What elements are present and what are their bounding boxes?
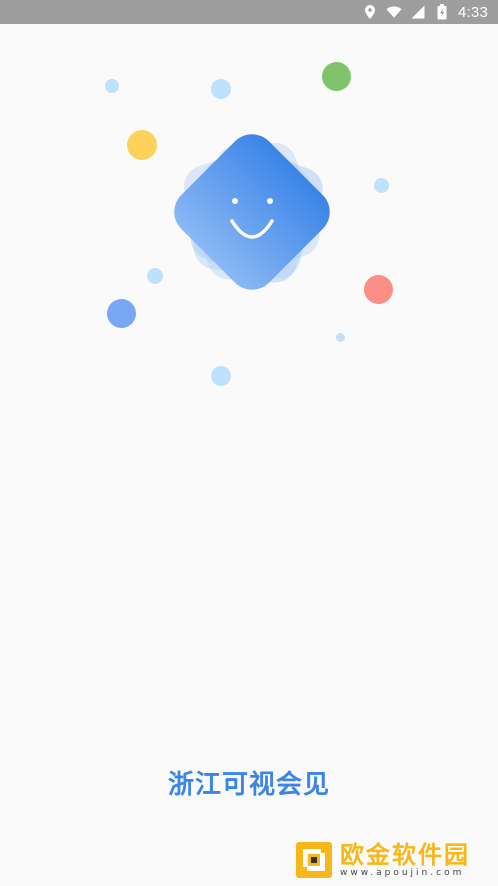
decor-dot	[211, 366, 231, 386]
watermark: 欧金软件园 www.apoujin.com	[294, 836, 490, 884]
decor-dot	[211, 79, 231, 99]
battery-icon	[434, 4, 450, 20]
decor-dot	[147, 268, 163, 284]
app-title: 浙江可视会见	[167, 770, 330, 800]
decor-dot	[374, 178, 389, 193]
location-icon	[362, 4, 378, 20]
watermark-title: 欧金软件园	[340, 840, 470, 869]
smiley-face-icon	[162, 122, 342, 302]
watermark-url: www.apoujin.com	[340, 867, 465, 878]
decor-dot	[105, 79, 119, 93]
watermark-logo-icon	[296, 842, 332, 878]
status-bar: 4:33	[0, 0, 498, 24]
decor-dot	[364, 275, 393, 304]
signal-icon	[410, 4, 426, 20]
status-time: 4:33	[458, 3, 488, 21]
decor-dot	[107, 299, 136, 328]
wifi-icon	[386, 4, 402, 20]
decor-dot	[322, 62, 351, 91]
decor-dot	[336, 333, 345, 342]
decor-dot	[127, 130, 157, 160]
